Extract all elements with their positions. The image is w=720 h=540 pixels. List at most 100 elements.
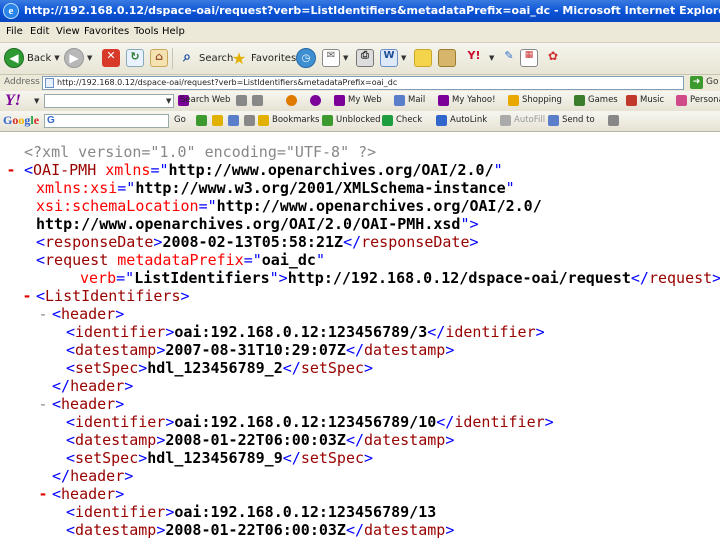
shopping-icon [508, 95, 519, 106]
yahoo-logo-icon[interactable]: Y! [5, 92, 21, 110]
antispy-icon[interactable] [286, 95, 297, 106]
favorites-label: Favorites [251, 52, 297, 64]
edit-dropdown-icon[interactable]: ▼ [401, 54, 406, 62]
bookmarks-icon [258, 115, 269, 126]
forward-arrow-icon: ▶ [64, 48, 84, 68]
search-button[interactable]: ⌕ Search [178, 47, 233, 69]
favorites-star-icon: ★ [231, 49, 247, 68]
mail-dropdown-icon[interactable]: ▼ [343, 54, 348, 62]
go-arrow-icon[interactable]: ➜ [690, 76, 703, 89]
yahoo-search-input[interactable] [44, 94, 174, 108]
yahoo-circle-icon[interactable] [310, 95, 321, 106]
google-settings-icon[interactable] [608, 115, 619, 126]
xml-listidentifiers-open: <ListIdentifiers> [36, 287, 190, 305]
yahoo-search-web-button[interactable]: Search Web [180, 95, 230, 105]
forward-dropdown-icon[interactable]: ▼ [87, 54, 92, 62]
google-search-input[interactable]: G [44, 114, 169, 128]
menu-view[interactable]: View [56, 26, 80, 37]
yahoo-shopping[interactable]: Shopping [522, 95, 562, 105]
yahoo-personals[interactable]: Personals [690, 95, 720, 105]
messenger-button[interactable] [414, 47, 432, 69]
mail-button[interactable]: ✉ ▼ [322, 47, 348, 69]
address-input[interactable]: http://192.168.0.12/dspace-oai/request?v… [42, 76, 684, 90]
google-search-icon[interactable] [196, 115, 207, 126]
go-button[interactable]: Go [706, 77, 718, 87]
google-logo[interactable]: Google [3, 113, 39, 128]
autolink-icon [436, 115, 447, 126]
standard-toolbar: ◀ Back ▼ ▶ ▼ ✕ ↻ ⌂ ⌕ Search ★ Favorites … [0, 43, 720, 75]
xml-document-view: <?xml version="1.0" encoding="UTF-8" ?> … [0, 132, 720, 540]
google-g-icon: G [47, 115, 55, 126]
print-button[interactable]: ⎙ [356, 47, 374, 69]
google-options-icon[interactable] [244, 115, 255, 126]
collapse-toggle-header-3[interactable]: - [36, 485, 50, 503]
calendar-button[interactable]: ▦ [520, 47, 538, 69]
favorites-button[interactable]: ★ Favorites [230, 47, 296, 69]
yahoo-dropdown-icon[interactable]: ▼ [489, 54, 494, 62]
yahoo-search-dropdown-icon[interactable]: ▼ [166, 97, 171, 105]
home-button[interactable]: ⌂ [150, 47, 168, 69]
collapse-toggle-list[interactable]: - [20, 287, 34, 305]
address-label: Address [4, 77, 40, 87]
menu-help[interactable]: Help [162, 26, 185, 37]
history-button[interactable]: ◷ [296, 47, 316, 69]
google-autolink[interactable]: AutoLink [450, 115, 487, 125]
google-go-button[interactable]: Go [174, 115, 186, 125]
menu-file[interactable]: File [6, 26, 23, 37]
xml-root-attr-schemaloc-cont: http://www.openarchives.org/OAI/2.0/OAI-… [36, 215, 479, 233]
refresh-button[interactable]: ↻ [126, 47, 144, 69]
yahoo-music[interactable]: Music [640, 95, 664, 105]
discuss-button[interactable]: ✎ [500, 47, 518, 69]
yahoo-mail[interactable]: Mail [408, 95, 425, 105]
menu-tools[interactable]: Tools [134, 26, 159, 37]
stop-icon: ✕ [102, 49, 120, 67]
google-bookmarks[interactable]: Bookmarks [272, 115, 320, 125]
yahoo-my-web[interactable]: My Web [348, 95, 382, 105]
collapse-toggle-header-1[interactable]: - [36, 305, 50, 323]
edit-button[interactable]: W ▼ [380, 47, 406, 69]
forward-button[interactable]: ▶ ▼ [64, 47, 92, 69]
search-icon: ⌕ [183, 49, 191, 65]
games-icon [574, 95, 585, 106]
research-button[interactable] [438, 47, 456, 69]
google-check[interactable]: Check [396, 115, 422, 125]
xml-declaration: <?xml version="1.0" encoding="UTF-8" ?> [24, 143, 377, 161]
yahoo-my-yahoo[interactable]: My Yahoo! [452, 95, 496, 105]
back-dropdown-icon[interactable]: ▼ [54, 54, 59, 62]
yahoo-games[interactable]: Games [588, 95, 618, 105]
research-icon [438, 49, 456, 67]
pagerank-icon[interactable] [212, 115, 223, 126]
yahoo-button[interactable]: Y! ▼ [462, 47, 495, 69]
messenger-icon [414, 49, 432, 67]
toolbar-divider [172, 48, 173, 69]
collapse-toggle-root[interactable]: - [4, 161, 18, 179]
xml-header-1-setspec: <setSpec>hdl_123456789_2</setSpec> [66, 359, 374, 377]
related-button[interactable]: ✿ [544, 47, 562, 69]
collapse-toggle-header-2[interactable]: - [36, 395, 50, 413]
refresh-icon: ↻ [126, 49, 144, 67]
xml-header-3-open: <header> [52, 485, 125, 503]
yahoo-menu-dropdown-icon[interactable]: ▼ [34, 97, 39, 105]
stop-button[interactable]: ✕ [102, 47, 120, 69]
menu-edit[interactable]: Edit [30, 26, 49, 37]
google-popup-blocker[interactable]: Unblocked [336, 115, 380, 125]
pencil-icon[interactable] [236, 95, 247, 106]
google-send-to[interactable]: Send to [562, 115, 595, 125]
news-icon[interactable] [228, 115, 239, 126]
page-icon [45, 78, 54, 88]
search-label: Search [199, 52, 234, 64]
google-autofill[interactable]: AutoFill [514, 115, 545, 125]
yahoo-toolbar: Y! ▼ ▼ Search Web My Web Mail My Yahoo! … [0, 91, 720, 112]
highlight-icon[interactable] [252, 95, 263, 106]
mail-icon: ✉ [322, 49, 340, 67]
history-icon: ◷ [296, 48, 316, 68]
discuss-icon: ✎ [504, 49, 514, 62]
xml-header-3-datestamp: <datestamp>2008-01-22T06:00:03Z</datesta… [66, 521, 455, 539]
back-button[interactable]: ◀ Back ▼ [4, 47, 60, 69]
xml-header-2-close: </header> [52, 467, 134, 485]
xml-header-1-datestamp: <datestamp>2007-08-31T10:29:07Z</datesta… [66, 341, 455, 359]
back-label: Back [27, 52, 52, 64]
menu-favorites[interactable]: Favorites [84, 26, 129, 37]
xml-header-1-identifier: <identifier>oai:192.168.0.12:123456789/3… [66, 323, 545, 341]
xml-header-2-setspec: <setSpec>hdl_123456789_9</setSpec> [66, 449, 374, 467]
